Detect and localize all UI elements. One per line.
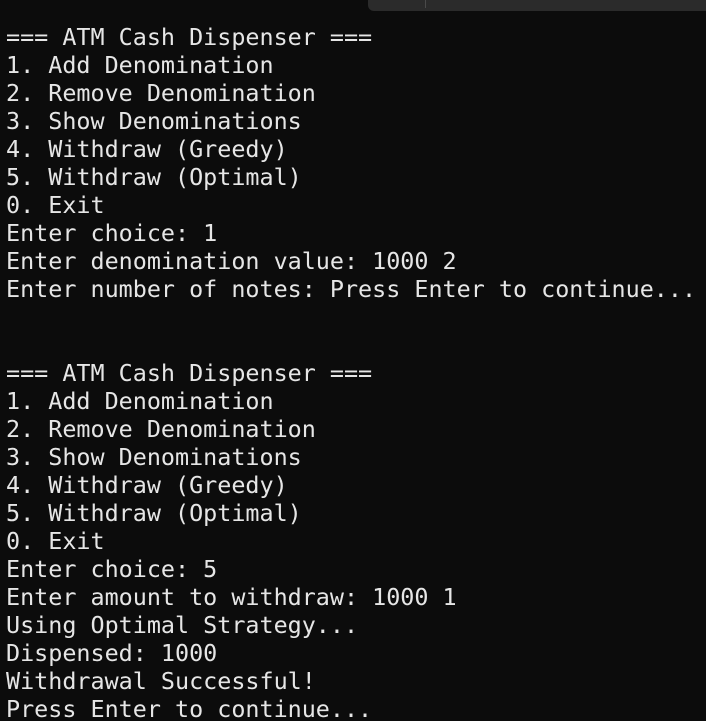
denomination-prompt: Enter denomination value: 1000 2: [6, 247, 457, 275]
menu-option-add: 1. Add Denomination: [6, 387, 274, 415]
menu-option-withdraw-optimal: 5. Withdraw (Optimal): [6, 163, 302, 191]
menu-option-remove: 2. Remove Denomination: [6, 415, 316, 443]
notes-prompt: Enter number of notes: Press Enter to co…: [6, 275, 697, 303]
menu-option-exit: 0. Exit: [6, 527, 105, 555]
menu-option-withdraw-greedy: 4. Withdraw (Greedy): [6, 471, 288, 499]
menu-title: === ATM Cash Dispenser ===: [6, 359, 373, 387]
terminal-output[interactable]: === ATM Cash Dispenser === 1. Add Denomi…: [6, 23, 706, 721]
menu-option-show: 3. Show Denominations: [6, 107, 302, 135]
terminal-tab[interactable]: [368, 0, 706, 11]
menu-option-withdraw-greedy: 4. Withdraw (Greedy): [6, 135, 288, 163]
dispensed-message: Dispensed: 1000: [6, 639, 218, 667]
menu-option-add: 1. Add Denomination: [6, 51, 274, 79]
menu-option-withdraw-optimal: 5. Withdraw (Optimal): [6, 499, 302, 527]
strategy-message: Using Optimal Strategy...: [6, 611, 359, 639]
tab-strip: [0, 0, 706, 12]
tab-divider: [425, 0, 426, 8]
withdraw-amount-prompt: Enter amount to withdraw: 1000 1: [6, 583, 457, 611]
menu-option-exit: 0. Exit: [6, 191, 105, 219]
terminal-window: === ATM Cash Dispenser === 1. Add Denomi…: [0, 0, 706, 721]
menu-option-show: 3. Show Denominations: [6, 443, 302, 471]
continue-prompt: Press Enter to continue...: [6, 695, 373, 721]
choice-prompt: Enter choice: 1: [6, 219, 218, 247]
menu-option-remove: 2. Remove Denomination: [6, 79, 316, 107]
success-message: Withdrawal Successful!: [6, 667, 316, 695]
choice-prompt: Enter choice: 5: [6, 555, 218, 583]
menu-title: === ATM Cash Dispenser ===: [6, 23, 373, 51]
